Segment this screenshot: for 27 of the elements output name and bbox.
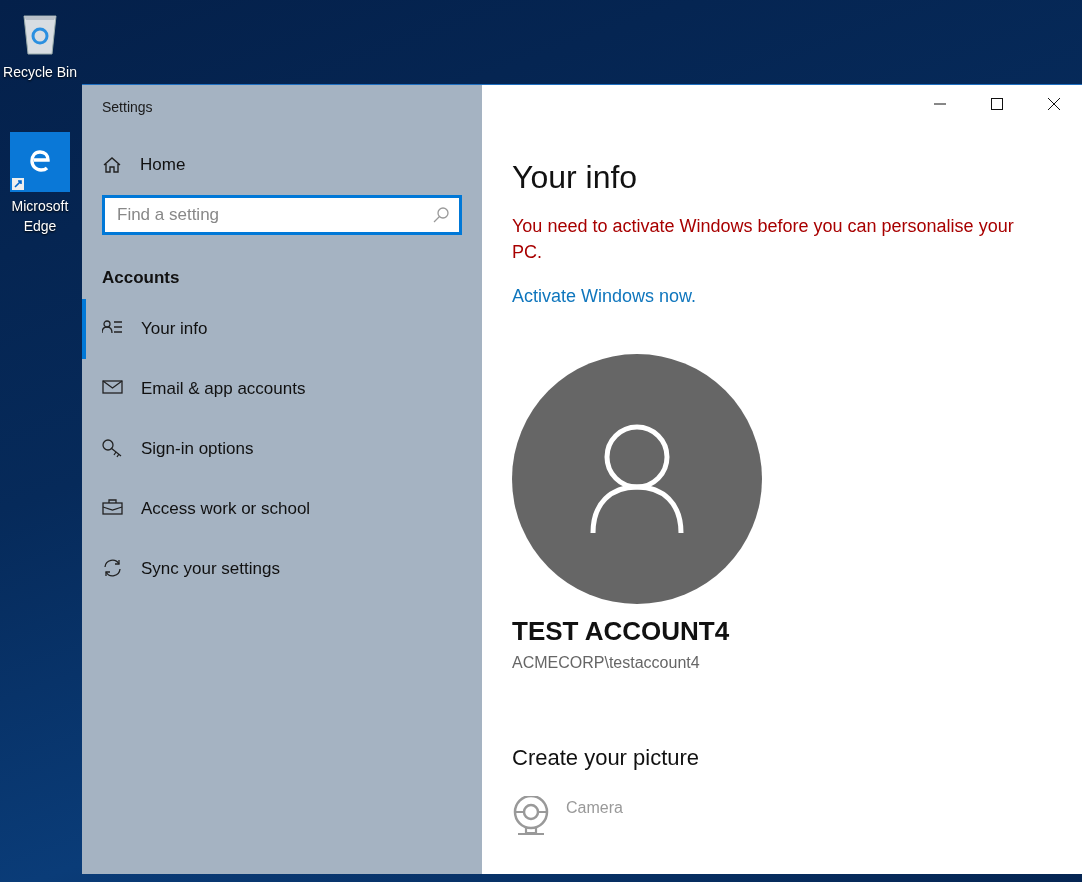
nav-item[interactable]: Your info [82, 298, 462, 359]
account-id: ACMECORP\testaccount4 [512, 653, 700, 673]
nav-item[interactable]: Sign-in options [82, 418, 462, 479]
icon-label: Microsoft Edge [10, 197, 70, 236]
activation-warning: You need to activate Windows before you can personalise your PC. [512, 215, 1015, 264]
page-title: Your info [512, 158, 638, 197]
nav-item[interactable]: Email & app accounts [82, 358, 462, 419]
person-icon [589, 423, 685, 535]
sync-icon [102, 559, 123, 578]
section-heading: Create your picture [512, 744, 700, 772]
window-title: Settings [102, 98, 153, 117]
section-heading: Accounts [102, 267, 180, 289]
activate-link[interactable]: Activate Windows now. [512, 283, 697, 310]
briefcase-icon [102, 499, 123, 518]
icon-label: Recycle Bin [2, 63, 78, 82]
key-icon [102, 439, 123, 458]
nav-item[interactable]: Sync your settings [82, 538, 462, 599]
home-icon [102, 155, 122, 175]
close-icon [1047, 98, 1060, 110]
home-nav-item[interactable]: Home [102, 135, 462, 195]
account-name: TEST ACCOUNT4 [512, 615, 730, 648]
maximize-icon [990, 98, 1003, 110]
search-field[interactable]: Find a setting [102, 195, 462, 235]
camera-icon [512, 796, 550, 836]
nav-item[interactable]: Access work or school [82, 478, 462, 539]
search-icon [432, 206, 450, 224]
edge-tile-icon[interactable] [10, 132, 70, 192]
